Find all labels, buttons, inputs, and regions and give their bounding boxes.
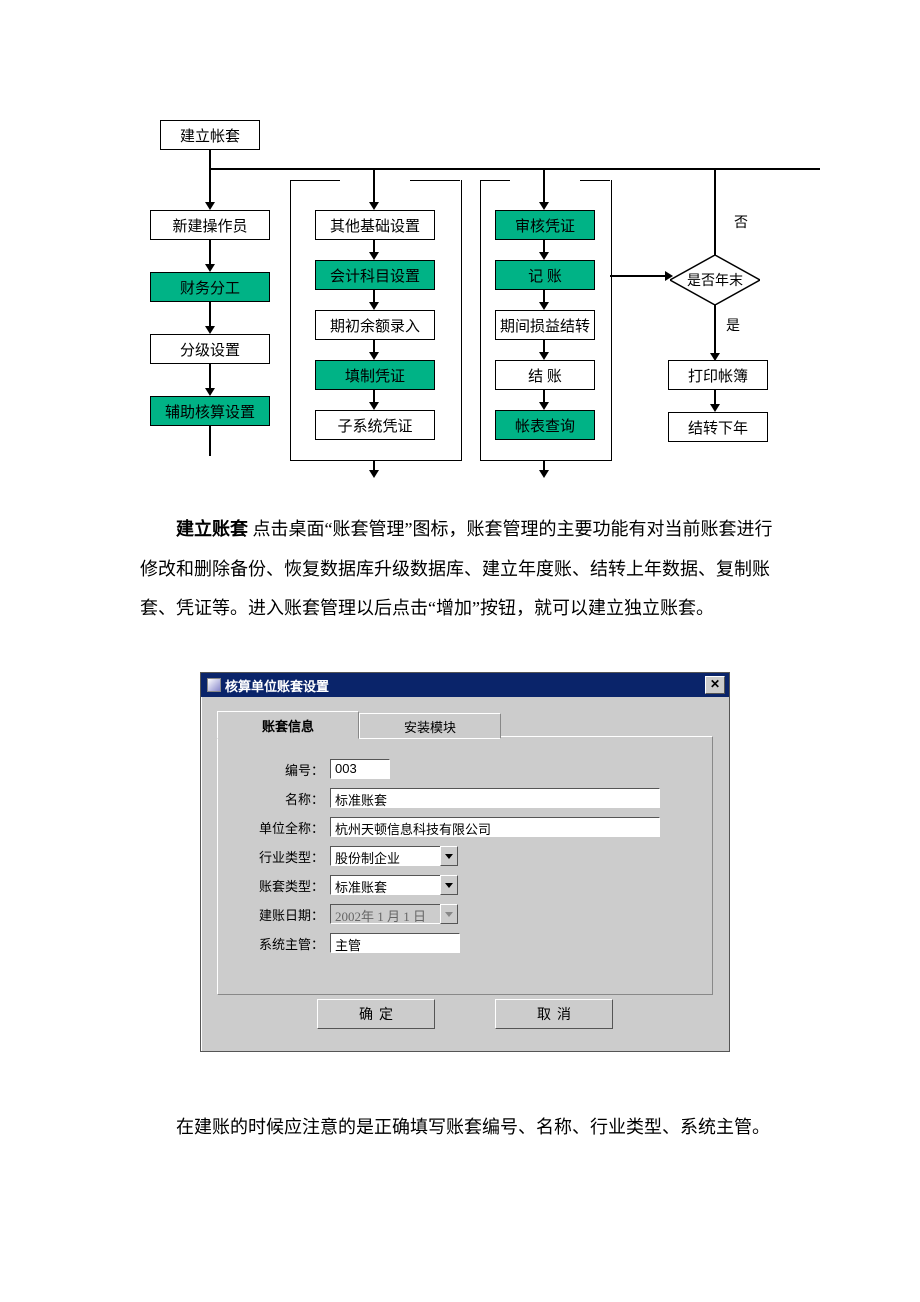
chevron-down-icon (445, 912, 453, 917)
para-text: 在建账的时候应注意的是正确填写账套编号、名称、行业类型、系统主管。 (176, 1117, 770, 1137)
field-label: 单位全称： (238, 818, 330, 837)
field-label: 系统主管： (238, 934, 330, 953)
flow-box: 辅助核算设置 (150, 396, 270, 426)
tab-install-modules[interactable]: 安装模块 (359, 713, 501, 739)
app-icon (207, 678, 221, 692)
tab-account-info[interactable]: 账套信息 (217, 711, 359, 739)
flow-box: 期初余额录入 (315, 310, 435, 340)
dropdown-button[interactable] (440, 875, 458, 895)
flow-box: 打印帐簿 (668, 360, 768, 390)
flowchart: 建立帐套 新建操作员 财务分工 分级设置 辅助核算设置 其他基础设置 会计科目设… (130, 120, 820, 480)
field-label: 行业类型： (238, 847, 330, 866)
close-button[interactable]: ✕ (705, 676, 725, 694)
admin-input[interactable]: 主管 (330, 933, 460, 953)
dialog-titlebar: 核算单位账套设置 ✕ (201, 673, 729, 697)
ok-button[interactable]: 确定 (317, 999, 435, 1029)
field-label: 名称： (238, 789, 330, 808)
flow-box: 结转下年 (668, 412, 768, 442)
flow-box: 子系统凭证 (315, 410, 435, 440)
flow-no-label: 否 (734, 212, 748, 232)
flow-box: 结 账 (495, 360, 595, 390)
name-input[interactable]: 标准账套 (330, 788, 660, 808)
field-label: 账套类型： (238, 876, 330, 895)
flow-box: 帐表查询 (495, 410, 595, 440)
tab-panel: 编号： 003 名称： 标准账套 单位全称： 杭州天顿信息科技有限公司 行业类型… (217, 736, 713, 995)
flow-box: 填制凭证 (315, 360, 435, 390)
chevron-down-icon (445, 883, 453, 888)
flow-box: 建立帐套 (160, 120, 260, 150)
dialog-title: 核算单位账套设置 (225, 676, 329, 695)
flow-box: 分级设置 (150, 334, 270, 364)
paragraph: 在建账的时候应注意的是正确填写账套编号、名称、行业类型、系统主管。 (140, 1108, 780, 1148)
dropdown-button-disabled (440, 904, 458, 924)
fullname-input[interactable]: 杭州天顿信息科技有限公司 (330, 817, 660, 837)
type-select[interactable]: 标准账套 (330, 875, 440, 895)
id-input[interactable]: 003 (330, 759, 390, 779)
flow-decision: 是否年末 (670, 255, 760, 305)
industry-select[interactable]: 股份制企业 (330, 846, 440, 866)
flow-box: 记 账 (495, 260, 595, 290)
date-select: 2002年 1 月 1 日 (330, 904, 440, 924)
flow-box: 财务分工 (150, 272, 270, 302)
dropdown-button[interactable] (440, 846, 458, 866)
flow-box: 会计科目设置 (315, 260, 435, 290)
chevron-down-icon (445, 854, 453, 859)
paragraph: 建立账套 点击桌面“账套管理”图标，账套管理的主要功能有对当前账套进行修改和删除… (140, 510, 780, 629)
flow-box: 期间损益结转 (495, 310, 595, 340)
tab-strip: 账套信息 安装模块 (217, 711, 713, 737)
field-label: 编号： (238, 760, 330, 779)
para-heading: 建立账套 (176, 519, 248, 539)
flow-box: 审核凭证 (495, 210, 595, 240)
close-icon: ✕ (710, 677, 720, 691)
dialog-account-setup: 核算单位账套设置 ✕ 账套信息 安装模块 编号： 003 名称： 标准账套 (200, 672, 730, 1052)
cancel-button[interactable]: 取消 (495, 999, 613, 1029)
flow-yes-label: 是 (726, 315, 740, 335)
flow-box: 新建操作员 (150, 210, 270, 240)
flow-box: 其他基础设置 (315, 210, 435, 240)
field-label: 建账日期： (238, 905, 330, 924)
